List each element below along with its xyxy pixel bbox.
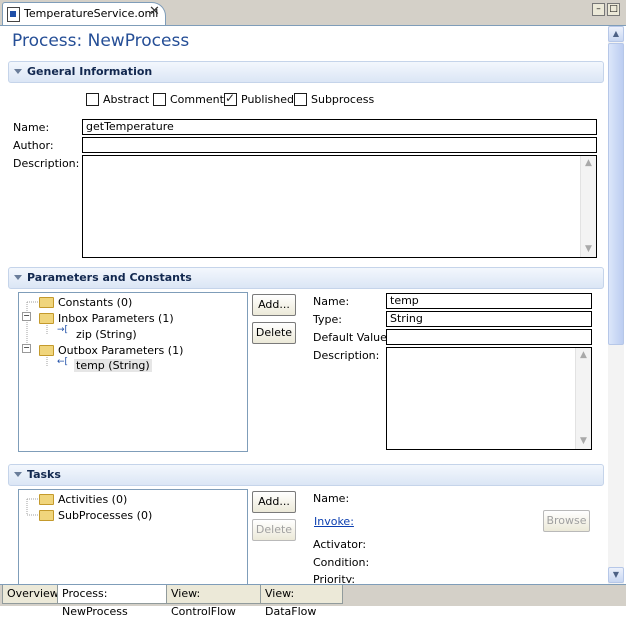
params-tree[interactable]: Constants (0) − Inbox Parameters (1) →[ … bbox=[18, 292, 248, 452]
description-textarea[interactable]: ▲ ▼ bbox=[82, 155, 597, 258]
page-title: Process: NewProcess bbox=[12, 31, 190, 51]
author-label: Author: bbox=[13, 139, 54, 152]
folder-open-icon bbox=[39, 313, 54, 324]
param-type-field[interactable]: String bbox=[386, 311, 592, 327]
subprocess-checkbox[interactable] bbox=[294, 93, 307, 106]
published-label: Published bbox=[241, 93, 294, 106]
folder-icon bbox=[39, 297, 54, 308]
maximize-button[interactable]: □ bbox=[607, 3, 620, 16]
tree-item-outbox[interactable]: Outbox Parameters (1) bbox=[58, 344, 183, 357]
comment-label: Comment bbox=[170, 93, 224, 106]
arrow-out-icon: ←[ bbox=[57, 357, 69, 367]
arrow-in-icon: →[ bbox=[57, 325, 69, 335]
scroll-down-icon[interactable]: ▼ bbox=[608, 567, 624, 583]
collapse-triangle-icon[interactable] bbox=[14, 472, 22, 477]
param-name-label: Name: bbox=[313, 295, 350, 308]
collapse-triangle-icon[interactable] bbox=[14, 69, 22, 74]
scroll-up-icon[interactable]: ▲ bbox=[576, 348, 591, 363]
tree-item-activities[interactable]: Activities (0) bbox=[58, 493, 127, 506]
description-scrollbar[interactable]: ▲ ▼ bbox=[580, 156, 596, 257]
name-label: Name: bbox=[13, 121, 50, 134]
invoke-link[interactable]: Invoke: bbox=[314, 515, 354, 528]
description-label: Description: bbox=[13, 157, 80, 170]
comment-checkbox[interactable] bbox=[153, 93, 166, 106]
param-default-field[interactable] bbox=[386, 329, 592, 345]
param-description-label: Description: bbox=[313, 349, 380, 362]
delete-task-button[interactable]: Delete bbox=[252, 519, 296, 541]
general-section-header[interactable]: General Information bbox=[8, 61, 604, 83]
folder-icon bbox=[39, 494, 54, 505]
param-type-label: Type: bbox=[313, 313, 342, 326]
editor-tab-label: TemperatureService.oml bbox=[24, 7, 159, 20]
section-title: Tasks bbox=[27, 468, 61, 481]
tree-item-temp[interactable]: temp (String) bbox=[74, 359, 152, 372]
collapse-icon[interactable]: − bbox=[22, 344, 31, 353]
param-description-textarea[interactable]: ▲ ▼ bbox=[386, 347, 592, 450]
tree-item-inbox[interactable]: Inbox Parameters (1) bbox=[58, 312, 174, 325]
tasks-section-header[interactable]: Tasks bbox=[8, 464, 604, 486]
scroll-up-icon[interactable]: ▲ bbox=[581, 156, 596, 171]
tree-item-subprocesses[interactable]: SubProcesses (0) bbox=[58, 509, 152, 522]
editor-tab[interactable]: TemperatureService.oml ✕ bbox=[2, 2, 166, 25]
param-name-field[interactable]: temp bbox=[386, 293, 592, 309]
scroll-up-icon[interactable]: ▲ bbox=[608, 26, 624, 42]
abstract-label: Abstract bbox=[103, 93, 150, 106]
editor-tab-strip: TemperatureService.oml ✕ – □ bbox=[0, 0, 626, 26]
tab-data-flow[interactable]: View: DataFlow bbox=[260, 585, 343, 618]
section-title: General Information bbox=[27, 65, 153, 78]
folder-icon bbox=[39, 510, 54, 521]
scroll-down-icon[interactable]: ▼ bbox=[581, 242, 596, 257]
task-name-label: Name: bbox=[313, 492, 350, 505]
minimize-button[interactable]: – bbox=[592, 3, 605, 16]
params-section-header[interactable]: Parameters and Constants bbox=[8, 267, 604, 289]
bottom-tab-bar: Overview Process: NewProcess View: Contr… bbox=[0, 584, 626, 618]
scroll-thumb[interactable] bbox=[608, 43, 624, 345]
close-icon[interactable]: ✕ bbox=[149, 4, 160, 19]
tree-item-zip[interactable]: zip (String) bbox=[76, 328, 137, 341]
main-scrollbar[interactable]: ▲ ▼ bbox=[608, 26, 624, 584]
param-default-label: Default Value: bbox=[313, 331, 391, 344]
folder-open-icon bbox=[39, 345, 54, 356]
tree-item-constants[interactable]: Constants (0) bbox=[58, 296, 132, 309]
collapse-icon[interactable]: − bbox=[22, 312, 31, 321]
delete-parameter-button[interactable]: Delete bbox=[252, 322, 296, 344]
tasks-tree[interactable]: Activities (0) SubProcesses (0) bbox=[18, 489, 248, 585]
file-icon bbox=[7, 7, 20, 22]
tab-process[interactable]: Process: NewProcess bbox=[57, 585, 167, 618]
param-description-scrollbar[interactable]: ▲ ▼ bbox=[575, 348, 591, 449]
section-title: Parameters and Constants bbox=[27, 271, 192, 284]
activator-label: Activator: bbox=[313, 538, 367, 551]
priority-label: Priority: bbox=[313, 573, 356, 583]
tab-overview[interactable]: Overview bbox=[2, 585, 59, 604]
add-parameter-button[interactable]: Add... bbox=[252, 294, 296, 316]
name-field[interactable]: getTemperature bbox=[82, 119, 597, 135]
browse-button[interactable]: Browse bbox=[543, 510, 590, 532]
condition-label: Condition: bbox=[313, 556, 370, 569]
abstract-checkbox[interactable] bbox=[86, 93, 99, 106]
published-checkbox[interactable] bbox=[224, 91, 237, 106]
author-field[interactable] bbox=[82, 137, 597, 153]
collapse-triangle-icon[interactable] bbox=[14, 275, 22, 280]
scroll-down-icon[interactable]: ▼ bbox=[576, 434, 591, 449]
subprocess-label: Subprocess bbox=[311, 93, 375, 106]
add-task-button[interactable]: Add... bbox=[252, 491, 296, 513]
tab-control-flow[interactable]: View: ControlFlow bbox=[166, 585, 262, 618]
